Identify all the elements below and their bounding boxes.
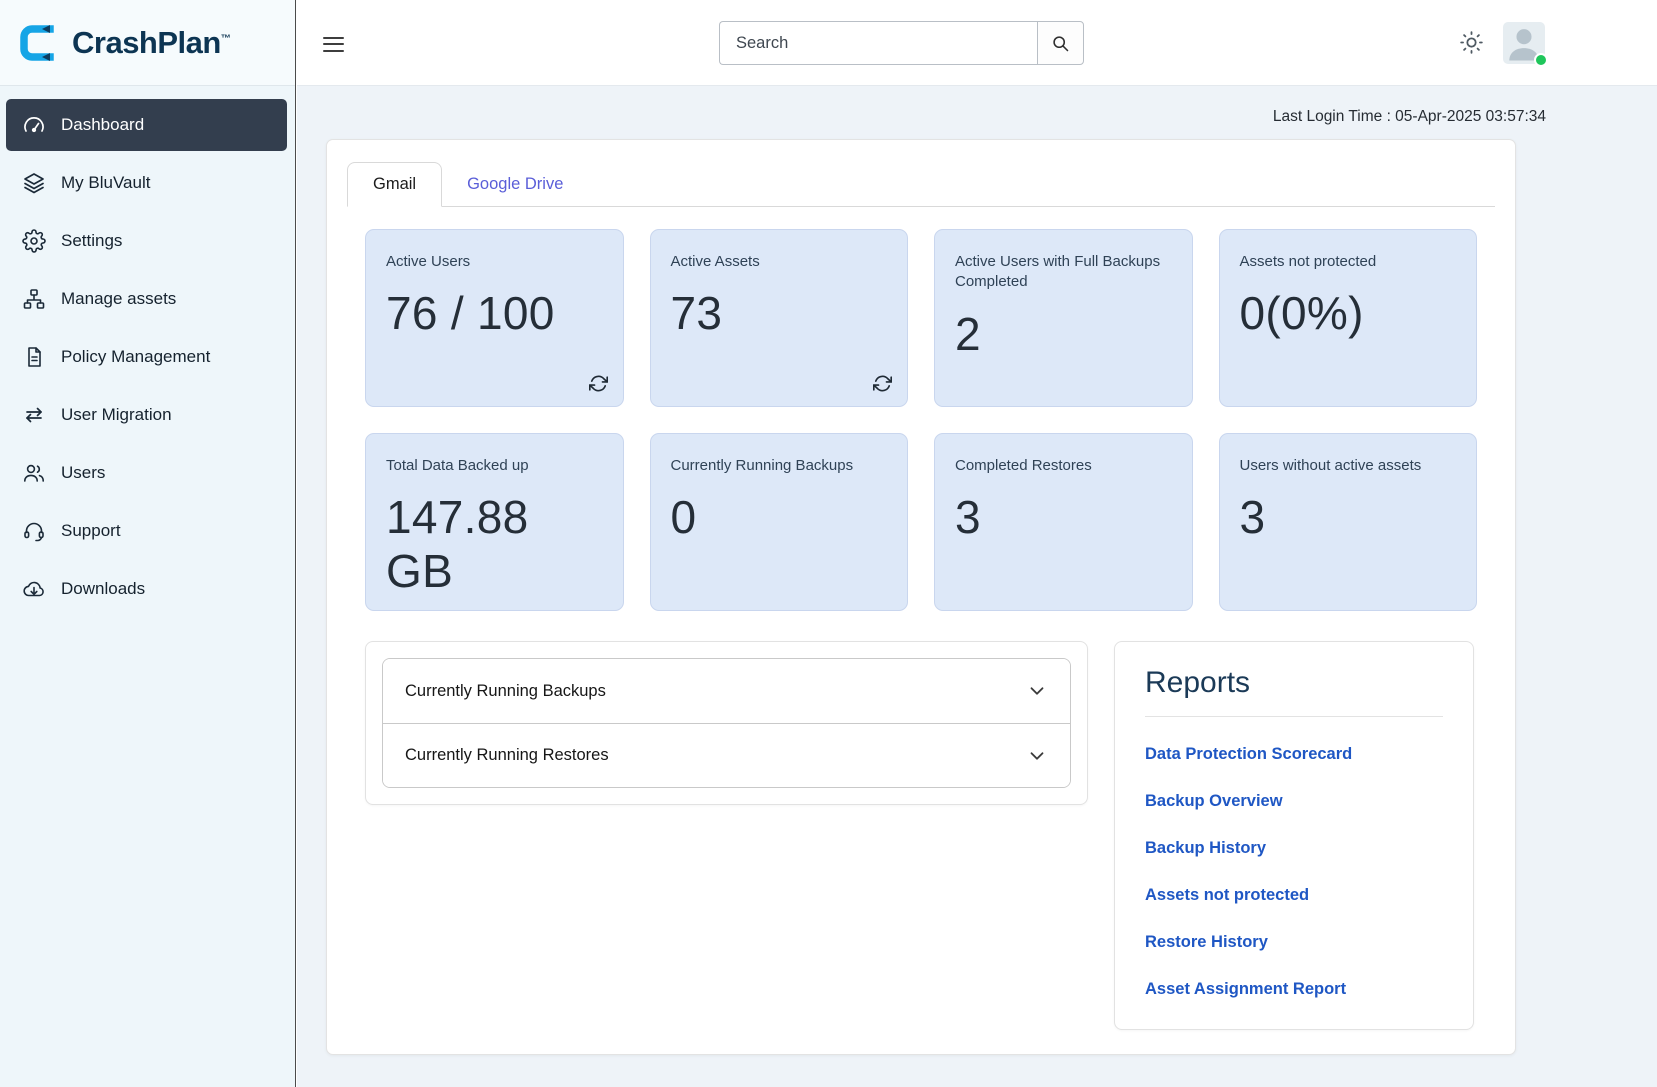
report-link-asset-assignment-report[interactable]: Asset Assignment Report bbox=[1145, 980, 1443, 999]
search-icon bbox=[1050, 33, 1071, 54]
online-status-dot bbox=[1534, 53, 1548, 67]
app-root: CrashPlan™ Dashboard My BluVault bbox=[0, 0, 1657, 1087]
sidebar-item-label: Downloads bbox=[61, 579, 145, 599]
tabs: Gmail Google Drive bbox=[347, 162, 1495, 207]
stat-label: Users without active assets bbox=[1240, 456, 1457, 476]
stat-label: Active Users bbox=[386, 252, 603, 272]
sidebar-item-label: Policy Management bbox=[61, 347, 210, 367]
stats-grid: Active Users 76 / 100 Active Assets 73 bbox=[365, 229, 1477, 611]
stat-value: 73 bbox=[671, 286, 888, 340]
chevron-down-icon bbox=[1026, 680, 1048, 702]
headset-icon bbox=[22, 519, 46, 543]
transfer-arrows-icon bbox=[22, 403, 46, 427]
stat-label: Active Users with Full Backups Completed bbox=[955, 252, 1172, 293]
gauge-icon bbox=[22, 113, 46, 137]
reports-card: Reports Data Protection Scorecard Backup… bbox=[1114, 641, 1474, 1030]
accordion-currently-running-backups[interactable]: Currently Running Backups bbox=[383, 659, 1070, 723]
search-input[interactable] bbox=[719, 21, 1037, 65]
report-link-assets-not-protected[interactable]: Assets not protected bbox=[1145, 886, 1443, 905]
document-icon bbox=[22, 345, 46, 369]
sidebar-item-downloads[interactable]: Downloads bbox=[6, 563, 287, 615]
sidebar-item-label: My BluVault bbox=[61, 173, 150, 193]
stat-label: Active Assets bbox=[671, 252, 888, 272]
crashplan-logo-icon bbox=[14, 19, 62, 67]
dashboard-panel: Gmail Google Drive Active Users 76 / 100 bbox=[326, 139, 1516, 1055]
accordion-currently-running-restores[interactable]: Currently Running Restores bbox=[383, 723, 1070, 787]
sidebar-item-dashboard[interactable]: Dashboard bbox=[6, 99, 287, 151]
stat-label: Total Data Backed up bbox=[386, 456, 603, 476]
sidebar: CrashPlan™ Dashboard My BluVault bbox=[0, 0, 296, 1087]
stat-card-users-without-active-assets: Users without active assets 3 bbox=[1219, 433, 1478, 611]
top-bar bbox=[297, 0, 1657, 86]
accordion-label: Currently Running Restores bbox=[405, 746, 609, 765]
stat-value: 0(0%) bbox=[1240, 286, 1457, 340]
search-bar bbox=[719, 21, 1084, 65]
report-link-backup-history[interactable]: Backup History bbox=[1145, 839, 1443, 858]
sidebar-item-settings[interactable]: Settings bbox=[6, 215, 287, 267]
reports-title: Reports bbox=[1145, 666, 1443, 700]
stat-label: Completed Restores bbox=[955, 456, 1172, 476]
refresh-icon[interactable] bbox=[873, 374, 892, 393]
search-button[interactable] bbox=[1037, 21, 1084, 65]
users-icon bbox=[22, 461, 46, 485]
report-link-restore-history[interactable]: Restore History bbox=[1145, 933, 1443, 952]
cloud-download-icon bbox=[22, 577, 46, 601]
chevron-down-icon bbox=[1026, 745, 1048, 767]
accordion-label: Currently Running Backups bbox=[405, 682, 606, 701]
brand-name: CrashPlan™ bbox=[72, 25, 230, 61]
sidebar-item-label: Support bbox=[61, 521, 121, 541]
sitemap-icon bbox=[22, 287, 46, 311]
stat-card-active-assets: Active Assets 73 bbox=[650, 229, 909, 407]
sidebar-item-user-migration[interactable]: User Migration bbox=[6, 389, 287, 441]
stat-card-assets-not-protected: Assets not protected 0(0%) bbox=[1219, 229, 1478, 407]
report-link-backup-overview[interactable]: Backup Overview bbox=[1145, 792, 1443, 811]
tab-gmail[interactable]: Gmail bbox=[347, 162, 442, 207]
gear-icon bbox=[22, 229, 46, 253]
stat-value: 3 bbox=[1240, 490, 1457, 544]
sidebar-item-my-bluvault[interactable]: My BluVault bbox=[6, 157, 287, 209]
stat-value: 76 / 100 bbox=[386, 286, 603, 340]
sidebar-item-users[interactable]: Users bbox=[6, 447, 287, 499]
brightness-icon[interactable] bbox=[1458, 29, 1485, 56]
sidebar-item-support[interactable]: Support bbox=[6, 505, 287, 557]
stat-value: 3 bbox=[955, 490, 1172, 544]
stat-card-full-backups-completed: Active Users with Full Backups Completed… bbox=[934, 229, 1193, 407]
stat-label: Assets not protected bbox=[1240, 252, 1457, 272]
sidebar-item-policy-management[interactable]: Policy Management bbox=[6, 331, 287, 383]
sidebar-item-label: Users bbox=[61, 463, 105, 483]
sidebar-item-manage-assets[interactable]: Manage assets bbox=[6, 273, 287, 325]
menu-icon[interactable] bbox=[323, 32, 345, 56]
main-content: Last Login Time : 05-Apr-2025 03:57:34 G… bbox=[297, 86, 1657, 1087]
stat-value: 0 bbox=[671, 490, 888, 544]
report-link-data-protection-scorecard[interactable]: Data Protection Scorecard bbox=[1145, 745, 1443, 764]
stat-value: 147.88 GB bbox=[386, 490, 603, 598]
activity-accordions: Currently Running Backups Currently Runn… bbox=[365, 641, 1088, 805]
crashplan-logo[interactable]: CrashPlan™ bbox=[0, 0, 295, 86]
tab-google-drive[interactable]: Google Drive bbox=[442, 163, 588, 206]
sidebar-nav: Dashboard My BluVault Settings bbox=[0, 86, 295, 615]
stat-card-running-backups: Currently Running Backups 0 bbox=[650, 433, 909, 611]
bottom-row: Currently Running Backups Currently Runn… bbox=[365, 641, 1477, 1030]
refresh-icon[interactable] bbox=[589, 374, 608, 393]
sidebar-item-label: Settings bbox=[61, 231, 122, 251]
reports-divider bbox=[1145, 716, 1443, 717]
stat-label: Currently Running Backups bbox=[671, 456, 888, 476]
user-avatar[interactable] bbox=[1503, 22, 1545, 64]
sidebar-item-label: User Migration bbox=[61, 405, 172, 425]
last-login-time: Last Login Time : 05-Apr-2025 03:57:34 bbox=[326, 108, 1546, 126]
sidebar-item-label: Manage assets bbox=[61, 289, 176, 309]
sidebar-item-label: Dashboard bbox=[61, 115, 144, 135]
stat-value: 2 bbox=[955, 307, 1172, 361]
layers-icon bbox=[22, 171, 46, 195]
stat-card-completed-restores: Completed Restores 3 bbox=[934, 433, 1193, 611]
stat-card-total-data-backed-up: Total Data Backed up 147.88 GB bbox=[365, 433, 624, 611]
stat-card-active-users: Active Users 76 / 100 bbox=[365, 229, 624, 407]
